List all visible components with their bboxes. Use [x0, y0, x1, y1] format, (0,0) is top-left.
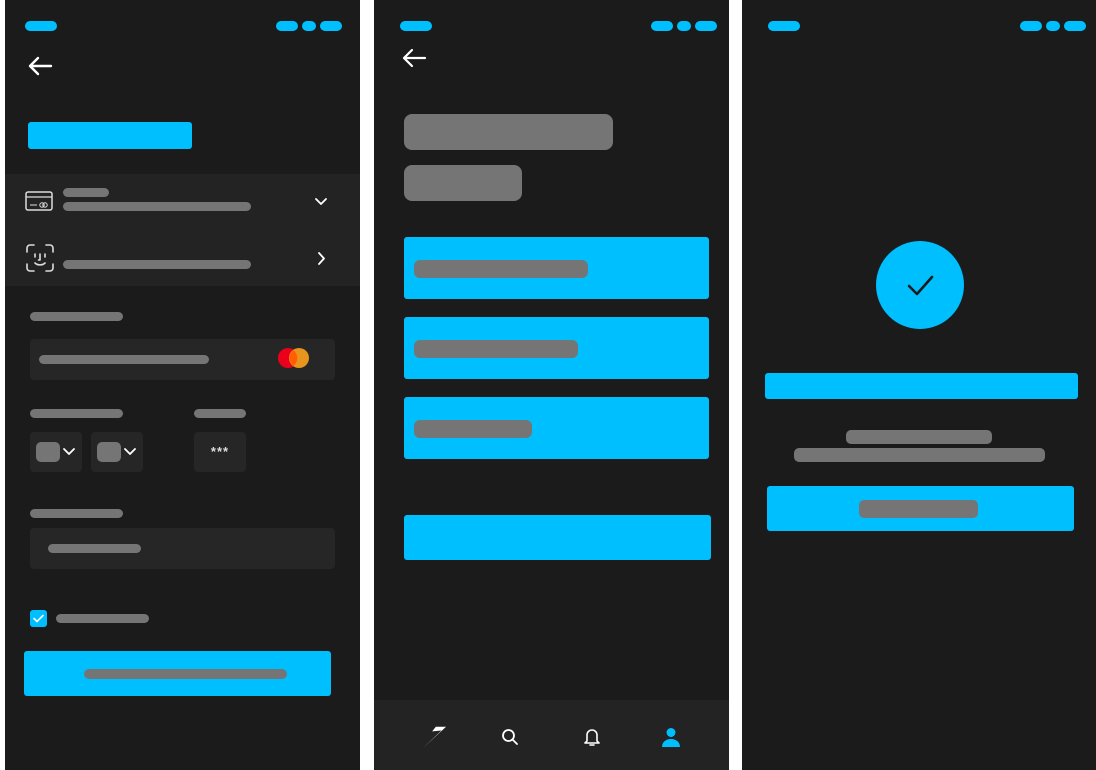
done-button[interactable] — [767, 486, 1074, 531]
status-bar-indicators — [276, 21, 342, 31]
user-icon — [662, 728, 680, 747]
mastercard-logo-icon — [278, 348, 309, 368]
arrow-left-icon — [28, 56, 53, 76]
option-item-1[interactable] — [404, 237, 709, 299]
cvv-label-placeholder — [194, 409, 246, 418]
status-bar-indicators — [651, 21, 717, 31]
status-bar-indicators — [1020, 21, 1086, 31]
success-screen — [742, 0, 1096, 770]
heading-line-1-placeholder — [404, 114, 613, 150]
cvv-input[interactable]: *** — [194, 432, 246, 472]
status-bar-time-placeholder — [400, 21, 432, 31]
expiry-month-select[interactable] — [30, 432, 82, 472]
back-button[interactable] — [27, 54, 53, 78]
cardholder-name-input[interactable] — [30, 528, 335, 569]
search-icon — [502, 729, 518, 745]
swoosh-logo-icon — [422, 726, 447, 749]
face-id-label-placeholder — [63, 260, 251, 269]
continue-button[interactable] — [404, 515, 711, 560]
remember-card-label-placeholder — [56, 614, 149, 623]
page-title-placeholder — [28, 122, 192, 149]
expiry-label-placeholder — [30, 409, 123, 418]
bell-icon — [584, 729, 600, 746]
check-icon — [907, 275, 934, 296]
card-label-placeholder — [63, 188, 109, 197]
expiry-year-select[interactable] — [91, 432, 143, 472]
status-bar-time-placeholder — [768, 21, 800, 31]
face-id-row[interactable] — [5, 230, 360, 286]
option-label-placeholder — [414, 420, 532, 438]
success-title-placeholder — [765, 373, 1078, 399]
payment-screen: *** — [5, 0, 360, 770]
chevron-right-icon — [318, 252, 325, 265]
remember-card-checkbox[interactable] — [30, 610, 47, 627]
card-number-label-placeholder — [30, 312, 123, 321]
cardholder-value-placeholder — [48, 544, 141, 553]
option-label-placeholder — [414, 340, 578, 358]
saved-card-row[interactable] — [5, 174, 360, 230]
card-number-input[interactable] — [30, 339, 335, 380]
tab-home[interactable] — [421, 724, 447, 750]
check-icon — [33, 614, 44, 623]
option-item-2[interactable] — [404, 317, 709, 379]
tab-profile[interactable] — [658, 724, 684, 750]
face-id-icon — [26, 244, 54, 272]
credit-card-icon — [25, 191, 53, 211]
chevron-down-icon — [315, 198, 327, 205]
cvv-value: *** — [210, 444, 230, 459]
status-bar-time-placeholder — [25, 21, 57, 31]
cardholder-label-placeholder — [30, 509, 123, 518]
tab-notifications[interactable] — [579, 724, 605, 750]
month-value-placeholder — [36, 442, 60, 462]
pay-button-label-placeholder — [84, 669, 287, 679]
arrow-left-icon — [402, 48, 427, 68]
option-label-placeholder — [414, 260, 588, 278]
chevron-down-icon — [124, 448, 136, 455]
year-value-placeholder — [97, 442, 121, 462]
card-number-placeholder — [63, 202, 251, 211]
back-button[interactable] — [401, 47, 427, 69]
heading-line-2-placeholder — [404, 165, 522, 201]
success-message-line-2-placeholder — [794, 448, 1045, 462]
tab-search[interactable] — [497, 724, 523, 750]
option-item-3[interactable] — [404, 397, 709, 459]
bottom-tab-bar — [374, 700, 729, 770]
card-number-value-placeholder — [39, 355, 209, 364]
pay-button[interactable] — [24, 651, 331, 696]
success-badge — [876, 241, 964, 329]
chevron-down-icon — [63, 448, 75, 455]
options-screen — [374, 0, 729, 770]
success-message-line-1-placeholder — [846, 430, 992, 444]
done-button-label-placeholder — [859, 500, 978, 518]
